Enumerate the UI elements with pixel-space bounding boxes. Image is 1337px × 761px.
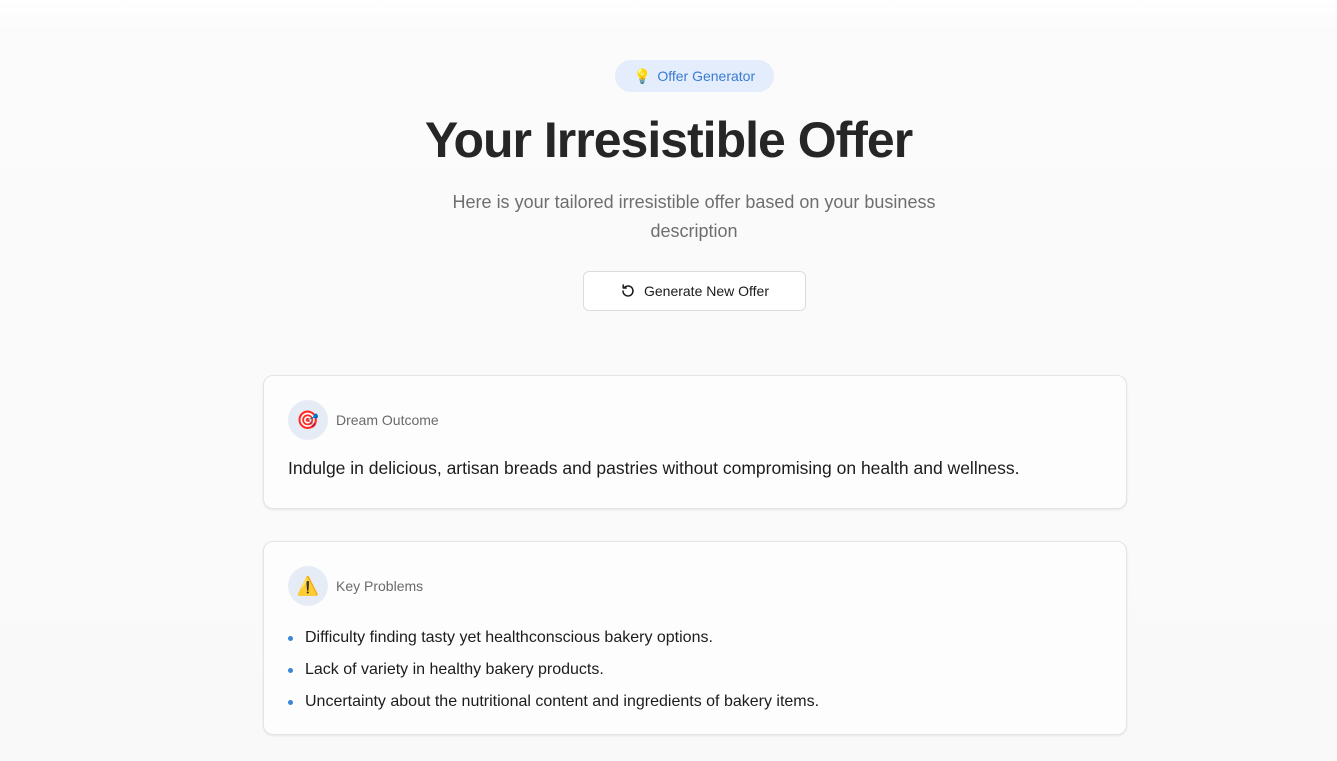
- dream-outcome-text: Indulge in delicious, artisan breads and…: [288, 458, 1020, 478]
- lightbulb-icon: 💡: [633, 68, 652, 84]
- dream-outcome-label: Dream Outcome: [336, 412, 439, 428]
- key-problems-label: Key Problems: [336, 578, 424, 594]
- list-item: Difficulty finding tasty yet healthconsc…: [288, 622, 819, 654]
- bullet-icon: [288, 667, 293, 673]
- offer-generator-badge: 💡 Offer Generator: [615, 60, 774, 92]
- bullet-icon: [288, 699, 293, 705]
- warning-icon: ⚠️: [288, 566, 328, 606]
- problem-text: Uncertainty about the nutritional conten…: [305, 693, 820, 710]
- problem-text: Lack of variety in healthy bakery produc…: [305, 661, 604, 678]
- badge-label: Offer Generator: [657, 68, 756, 84]
- key-problems-list: Difficulty finding tasty yet healthconsc…: [288, 622, 819, 718]
- page-title: Your Irresistible Offer: [424, 112, 913, 168]
- generate-new-offer-button[interactable]: Generate New Offer: [583, 271, 806, 311]
- page-subtitle: Here is your tailored irresistible offer…: [452, 192, 936, 241]
- list-item: Lack of variety in healthy bakery produc…: [288, 654, 819, 686]
- key-problems-card: ⚠️ Key Problems Difficulty finding tasty…: [263, 541, 1127, 735]
- target-icon: 🎯: [288, 400, 328, 440]
- generate-new-offer-label: Generate New Offer: [643, 283, 770, 299]
- dream-outcome-header: 🎯 Dream Outcome: [288, 400, 439, 440]
- refresh-icon: [622, 284, 634, 297]
- problem-text: Difficulty finding tasty yet healthconsc…: [305, 629, 713, 646]
- key-problems-header: ⚠️ Key Problems: [288, 566, 423, 606]
- dream-outcome-card: 🎯 Dream Outcome Indulge in delicious, ar…: [263, 375, 1127, 509]
- bullet-icon: [288, 635, 293, 641]
- list-item: Uncertainty about the nutritional conten…: [288, 686, 819, 718]
